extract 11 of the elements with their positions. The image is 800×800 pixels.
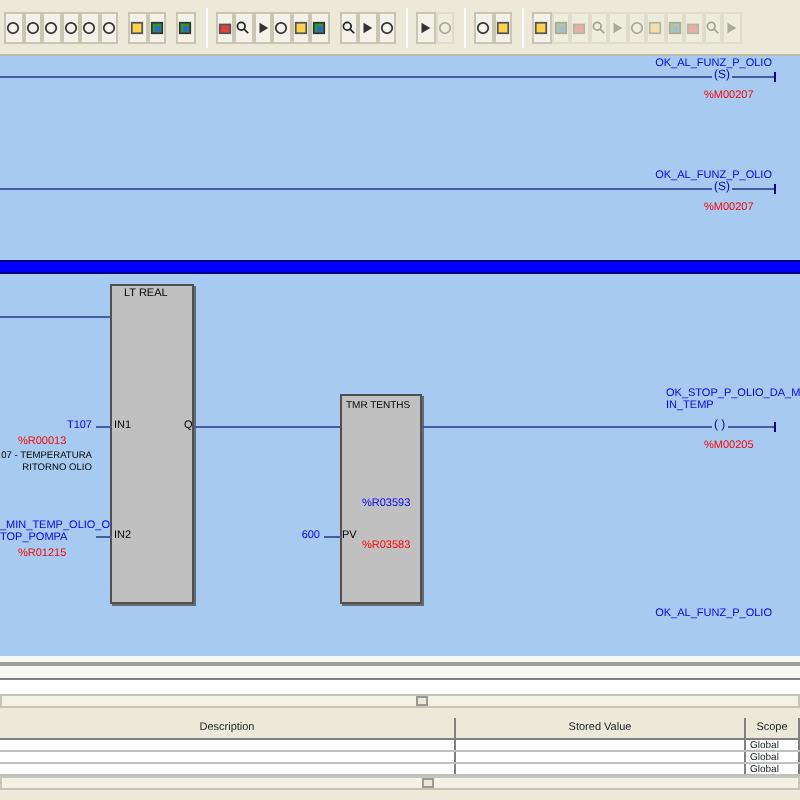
splitter-bar[interactable] (0, 662, 800, 680)
search-icon[interactable] (234, 11, 253, 43)
rail-end-tick (774, 72, 776, 82)
horizontal-scrollbar[interactable] (0, 694, 800, 708)
search-icon[interactable] (339, 11, 358, 43)
play-icon[interactable] (416, 11, 435, 43)
rail-end-tick (774, 184, 776, 194)
horizontal-scrollbar[interactable] (0, 776, 800, 790)
play-icon[interactable] (358, 11, 377, 43)
play-icon[interactable] (253, 11, 272, 43)
rail-end-tick (774, 422, 776, 432)
